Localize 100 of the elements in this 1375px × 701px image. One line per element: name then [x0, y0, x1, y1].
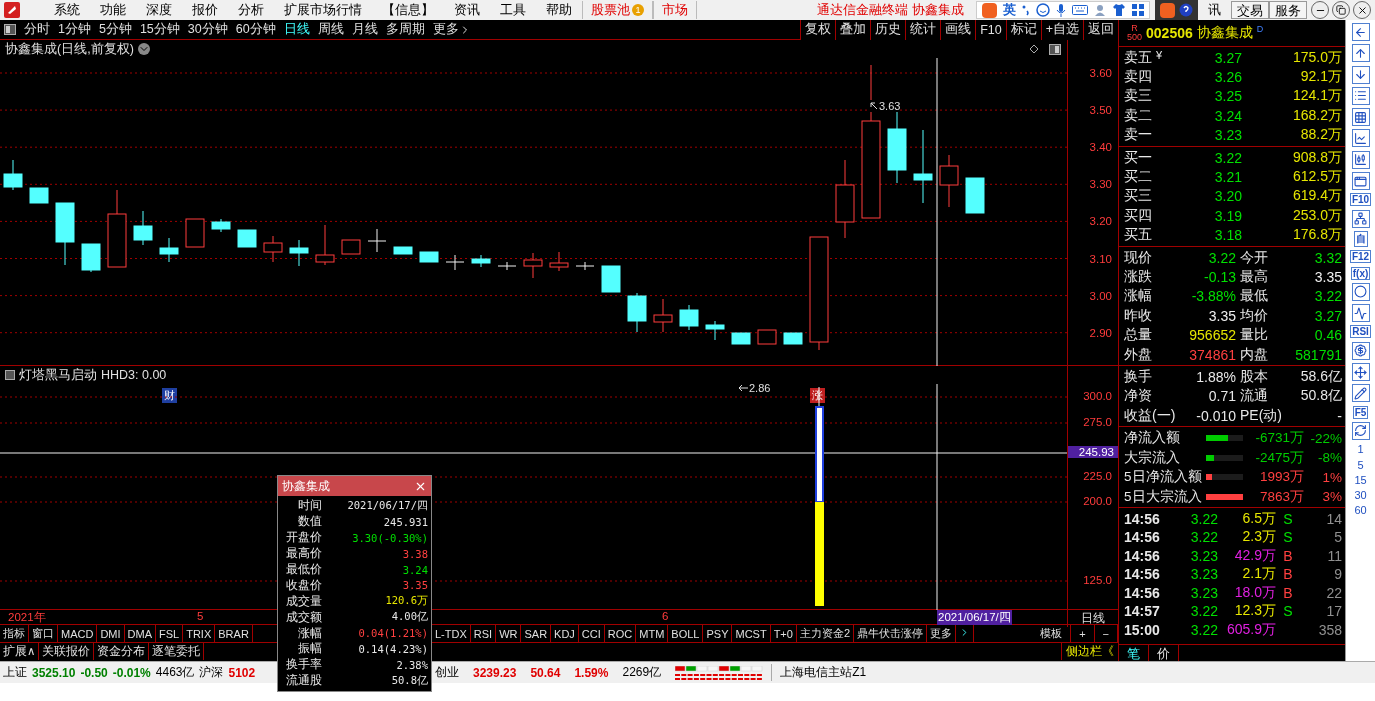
indicator-tab[interactable]: 鼎牛伏击涨停 — [854, 625, 928, 642]
menu-item[interactable]: 讯 — [1198, 1, 1231, 19]
chart-toolbar-button[interactable]: 复权 — [800, 19, 836, 40]
period-tab[interactable]: 多周期 — [381, 21, 429, 38]
sidebar-button[interactable]: 自 — [1353, 230, 1368, 247]
smiley-icon[interactable] — [1035, 3, 1050, 17]
stat-value: -0.13 — [1203, 269, 1236, 285]
toolbar-button[interactable]: 服务 — [1269, 1, 1307, 19]
indicator-tab[interactable]: 更多 — [927, 625, 957, 642]
period-tab[interactable]: 30分钟 — [183, 21, 232, 38]
bottom-tab[interactable]: 关联报价 — [39, 643, 95, 660]
indicator-tab[interactable]: MACD — [58, 625, 98, 642]
refresh-icon[interactable] — [1351, 421, 1370, 440]
keyboard-icon[interactable] — [1071, 4, 1088, 16]
line-chart-icon[interactable] — [1351, 129, 1370, 148]
finance-event-badge[interactable]: 财 — [162, 388, 177, 403]
panel-toggle-icon[interactable] — [4, 24, 16, 35]
ime-mode-label[interactable]: 英 — [1002, 1, 1016, 19]
punctuation-icon[interactable] — [1021, 4, 1030, 16]
period-shortcut[interactable]: 5 — [1357, 458, 1364, 471]
candle — [471, 254, 491, 268]
sidebar-button[interactable]: RSI — [1350, 325, 1371, 339]
period-tab[interactable]: 5分钟 — [94, 21, 136, 38]
sidebar-button[interactable]: f(x) — [1350, 266, 1371, 280]
menu-item[interactable]: 股票池 1 — [582, 1, 653, 19]
period-shortcut[interactable]: 60 — [1354, 504, 1367, 517]
indicator-tab[interactable]: KDJ — [551, 625, 579, 642]
index-amount: 4463亿 — [155, 664, 195, 681]
menu-item[interactable]: 功能 — [90, 1, 136, 19]
menu-item[interactable]: 报价 — [182, 1, 228, 19]
chart-toolbar-button[interactable]: 叠加 — [835, 19, 871, 40]
list-icon[interactable] — [1351, 86, 1370, 105]
user-icon[interactable] — [1093, 4, 1106, 16]
windows-icon[interactable] — [1351, 172, 1370, 191]
minimize-button[interactable] — [1311, 1, 1329, 19]
pencil-icon[interactable] — [1351, 384, 1370, 403]
chart-toolbar-button[interactable]: 画线 — [940, 19, 976, 40]
indicator-tab[interactable]: FSL — [156, 625, 184, 642]
period-tab[interactable]: 更多 — [428, 21, 475, 38]
menu-item[interactable]: 深度 — [136, 1, 182, 19]
period-tab[interactable]: 60分钟 — [231, 21, 280, 38]
period-shortcut[interactable]: 15 — [1354, 473, 1367, 486]
diamond-icon[interactable] — [1029, 44, 1039, 54]
indicator-tab[interactable]: L-TDX — [432, 625, 471, 642]
menu-item[interactable]: 分析 — [228, 1, 274, 19]
panel-toggle-icon[interactable] — [5, 370, 15, 380]
toolbar-button[interactable]: 交易 — [1231, 1, 1269, 19]
period-tab[interactable]: 分时 — [20, 21, 54, 38]
help-icon[interactable] — [1179, 3, 1193, 17]
indicator-tab[interactable]: 指标 — [0, 625, 29, 642]
flow-amount: -2475万 — [1254, 448, 1304, 467]
order-volume: 168.2万 — [1291, 106, 1342, 125]
bottom-tab[interactable]: 逐笔委托 — [149, 643, 205, 660]
chart-toolbar-button[interactable]: 统计 — [905, 19, 941, 40]
period-tab[interactable]: 日线 — [279, 21, 314, 38]
indicator-tab[interactable]: WR — [496, 625, 522, 642]
sidebar-button[interactable]: F10 — [1349, 193, 1372, 207]
arrow-down-icon[interactable] — [1351, 65, 1370, 84]
period-tab[interactable]: 15分钟 — [135, 21, 184, 38]
sidebar-button[interactable]: F12 — [1349, 250, 1372, 264]
period-tab[interactable]: 月线 — [347, 21, 382, 38]
period-shortcut[interactable]: 1 — [1357, 443, 1364, 456]
order-label: 卖五 — [1124, 48, 1152, 67]
menu-item[interactable]: 【信息】 — [372, 1, 444, 19]
menu-item[interactable]: 扩展市场行情 — [274, 1, 372, 19]
chart-toolbar-button[interactable]: 历史 — [870, 19, 906, 40]
menu-item[interactable]: 工具 — [490, 1, 536, 19]
wave-icon[interactable] — [1351, 304, 1370, 323]
grid-icon[interactable] — [1131, 4, 1144, 16]
panel-toggle-icon[interactable] — [1049, 43, 1061, 55]
move-icon[interactable] — [1351, 363, 1370, 382]
bottom-tab[interactable]: 资金分布 — [94, 643, 150, 660]
circle-icon[interactable] — [1351, 282, 1370, 301]
period-shortcut[interactable]: 30 — [1354, 489, 1367, 502]
grid-icon[interactable] — [1351, 108, 1370, 127]
arrow-left-icon[interactable] — [1351, 23, 1370, 41]
chart-toolbar-button[interactable]: F10 — [975, 19, 1006, 40]
index-name: 沪深 — [199, 664, 224, 681]
restore-button[interactable] — [1332, 1, 1350, 19]
tree-icon[interactable] — [1351, 209, 1370, 228]
close-button[interactable] — [1353, 1, 1371, 19]
candlestick-icon[interactable] — [1351, 150, 1370, 169]
microphone-icon[interactable] — [1055, 3, 1066, 17]
arrow-up-icon[interactable] — [1351, 44, 1370, 63]
dropdown-icon[interactable] — [137, 43, 150, 55]
bottom-tab[interactable]: 扩展∧ — [0, 643, 40, 660]
menu-item[interactable]: 市场 — [653, 1, 697, 19]
shirt-icon[interactable] — [1111, 4, 1126, 16]
stat-label: 量比 — [1239, 326, 1269, 345]
sidebar-toggle[interactable]: 侧边栏《 — [1061, 643, 1118, 660]
menu-item[interactable]: 系统 — [44, 1, 90, 19]
indicator-tab[interactable]: TRIX — [183, 625, 216, 642]
period-tab[interactable]: 周线 — [313, 21, 348, 38]
menu-item[interactable]: 资讯 — [444, 1, 490, 19]
sidebar-button[interactable]: F5 — [1352, 405, 1369, 419]
candle — [497, 261, 517, 271]
dollar-badge-icon[interactable] — [1351, 341, 1370, 360]
menu-item[interactable]: 帮助 — [536, 1, 582, 19]
period-tab[interactable]: 1分钟 — [54, 21, 95, 38]
chart-toolbar-button[interactable]: 返回 — [1083, 19, 1118, 40]
